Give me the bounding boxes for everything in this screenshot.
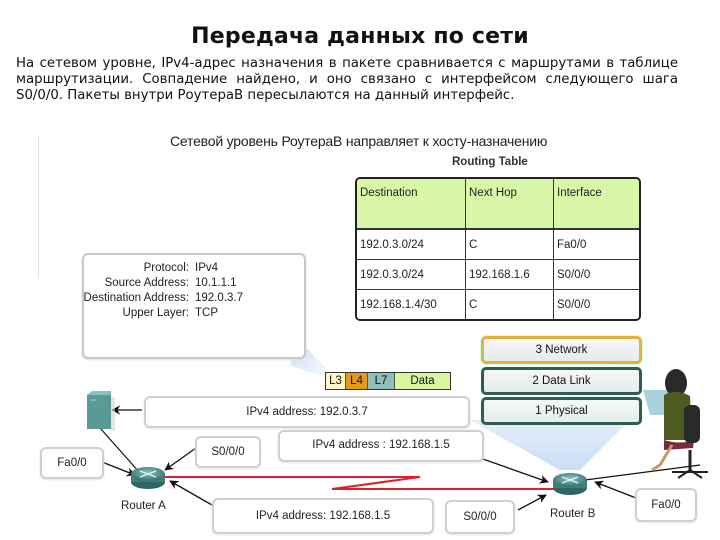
pdu-encapsulation: L3 L4 L7 Data xyxy=(325,372,451,390)
table-cell: C xyxy=(465,289,554,319)
serial-link xyxy=(162,476,555,490)
user-at-pc-icon xyxy=(643,369,708,479)
table-cell: Fa0/0 xyxy=(553,229,639,260)
pdu-segment-l3: L3 xyxy=(326,373,346,389)
osi-layer-network: 3 Network xyxy=(481,336,642,364)
routing-table-title: Routing Table xyxy=(452,156,528,168)
table-row: 192.0.3.0/24 C Fa0/0 xyxy=(357,229,639,260)
pdu-segment-l7: L7 xyxy=(368,373,395,389)
column-header: Next Hop xyxy=(465,179,554,230)
router-b-label: Router B xyxy=(550,508,596,520)
header-key: Destination Address: xyxy=(83,292,189,304)
routing-table: Destination Next Hop Interface 192.0.3.0… xyxy=(355,177,641,321)
router-b-icon xyxy=(553,473,587,495)
router-a-fa-label: Fa0/0 xyxy=(40,447,104,479)
table-cell: 192.168.1.6 xyxy=(465,259,554,290)
header-value: IPv4 xyxy=(195,262,219,274)
link-address-bottom-label: IPv4 address: 192.168.1.5 xyxy=(212,498,434,534)
pdu-segment-l4: L4 xyxy=(346,373,368,389)
header-value: 192.0.3.7 xyxy=(195,292,243,304)
osi-layer-data-link: 2 Data Link xyxy=(481,367,642,395)
table-cell: 192.168.1.4/30 xyxy=(357,289,466,319)
routing-table-header: Destination Next Hop Interface xyxy=(357,179,639,230)
table-cell: 192.0.3.0/24 xyxy=(357,259,466,290)
table-cell: S0/0/0 xyxy=(553,289,639,319)
header-key: Source Address: xyxy=(104,277,189,289)
host-address-label: IPv4 address: 192.0.3.7 xyxy=(144,396,470,428)
table-cell: S0/0/0 xyxy=(553,259,639,290)
router-a-serial-label: S0/0/0 xyxy=(195,436,261,468)
header-value: 10.1.1.1 xyxy=(195,277,237,289)
pdu-segment-data: Data xyxy=(395,373,450,389)
link-address-top-label: IPv4 address : 192.168.1.5 xyxy=(278,430,484,462)
router-b-fa-label: Fa0/0 xyxy=(635,488,697,522)
header-key: Upper Layer: xyxy=(122,307,189,319)
table-row: 192.0.3.0/24 192.168.1.6 S0/0/0 xyxy=(357,259,639,290)
header-key: Protocol: xyxy=(143,262,189,274)
osi-layer-physical: 1 Physical xyxy=(481,397,642,425)
router-a-icon xyxy=(131,467,165,489)
table-cell: 192.0.3.0/24 xyxy=(357,229,466,260)
table-cell: C xyxy=(465,229,554,260)
server-icon xyxy=(87,391,115,431)
router-b-serial-label: S0/0/0 xyxy=(445,500,515,534)
column-header: Destination xyxy=(357,179,466,230)
packet-header-box: Protocol: IPv4 Source Address: 10.1.1.1 … xyxy=(82,253,306,359)
router-a-label: Router A xyxy=(121,500,166,512)
header-value: TCP xyxy=(195,307,218,319)
table-row: 192.168.1.4/30 C S0/0/0 xyxy=(357,289,639,319)
column-header: Interface xyxy=(553,179,639,230)
